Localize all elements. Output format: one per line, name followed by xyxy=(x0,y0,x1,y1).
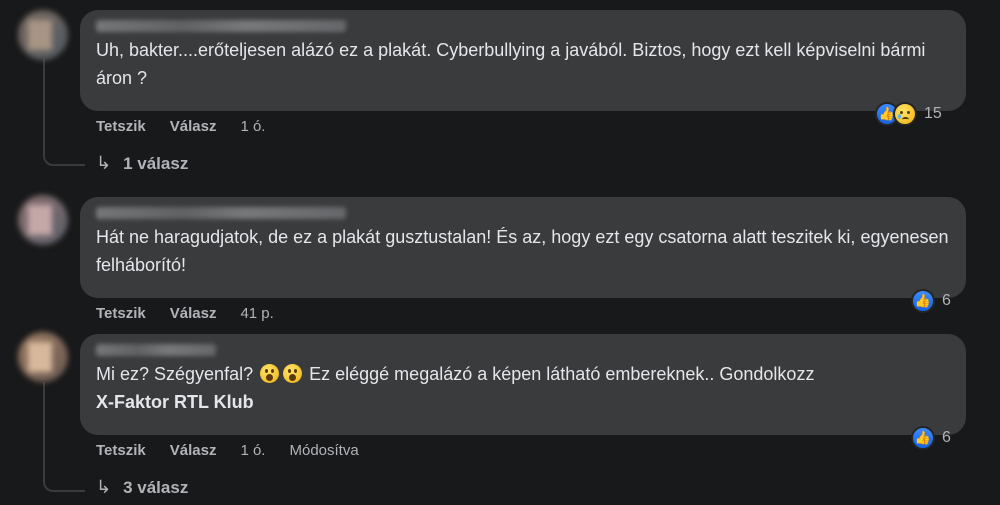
replies-count: 3 válasz xyxy=(123,477,189,497)
replies-count: 1 válasz xyxy=(123,153,189,173)
reply-button[interactable]: Válasz xyxy=(170,305,217,322)
comment-actions: Tetszik Válasz 1 ó. Módosítva xyxy=(96,442,359,459)
comment-actions: Tetszik Válasz 1 ó. xyxy=(96,118,289,135)
reaction-summary[interactable]: 👍 15 xyxy=(875,101,942,127)
reaction-count: 6 xyxy=(942,429,951,446)
view-replies-button[interactable]: ↳ 3 válasz xyxy=(96,477,188,498)
view-replies-button[interactable]: ↳ 1 válasz xyxy=(96,153,188,174)
like-button[interactable]: Tetszik xyxy=(96,118,146,135)
comments-section: Uh, bakter....erőteljesen alázó ez a pla… xyxy=(0,0,1000,505)
timestamp[interactable]: 1 ó. xyxy=(240,118,265,135)
comment-text: Mi ez? Szégyenfal? Ez eléggé megalázó a … xyxy=(96,360,950,416)
edited-label: Módosítva xyxy=(289,442,359,459)
timestamp[interactable]: 41 p. xyxy=(240,305,273,322)
comment-actions: Tetszik Válasz 41 p. xyxy=(96,305,298,322)
reaction-summary[interactable]: 👍 6 xyxy=(911,425,951,451)
reaction-count: 15 xyxy=(924,105,942,122)
like-button[interactable]: Tetszik xyxy=(96,305,146,322)
avatar[interactable] xyxy=(18,10,68,60)
comment-bubble: Hát ne haragudjatok, de ez a plakát gusz… xyxy=(80,197,966,298)
avatar[interactable] xyxy=(18,332,68,382)
author-name-blurred[interactable] xyxy=(96,344,216,356)
thread-line xyxy=(43,58,85,166)
comment-text-start: Mi ez? Szégyenfal? xyxy=(96,364,254,384)
astonished-face-icon xyxy=(260,364,280,383)
like-icon: 👍 xyxy=(911,426,935,450)
reaction-summary[interactable]: 👍 6 xyxy=(911,288,951,314)
page-mention-link[interactable]: X-Faktor RTL Klub xyxy=(96,392,254,412)
comment-bubble: Uh, bakter....erőteljesen alázó ez a pla… xyxy=(80,10,966,111)
comment-text-rest: Ez eléggé megalázó a képen látható ember… xyxy=(309,364,815,384)
avatar[interactable] xyxy=(18,195,68,245)
author-name-blurred[interactable] xyxy=(96,207,346,219)
reply-button[interactable]: Válasz xyxy=(170,118,217,135)
like-button[interactable]: Tetszik xyxy=(96,442,146,459)
reply-button[interactable]: Válasz xyxy=(170,442,217,459)
sad-icon xyxy=(893,102,917,126)
timestamp[interactable]: 1 ó. xyxy=(240,442,265,459)
author-name-blurred[interactable] xyxy=(96,20,346,32)
reply-arrow-icon: ↳ xyxy=(96,153,112,173)
comment-bubble: Mi ez? Szégyenfal? Ez eléggé megalázó a … xyxy=(80,334,966,435)
comment-text: Hát ne haragudjatok, de ez a plakát gusz… xyxy=(96,227,954,275)
comment-text: Uh, bakter....erőteljesen alázó ez a pla… xyxy=(96,40,931,88)
like-icon: 👍 xyxy=(911,289,935,313)
reply-arrow-icon: ↳ xyxy=(96,477,112,497)
thread-line xyxy=(43,382,85,492)
reaction-count: 6 xyxy=(942,292,951,309)
astonished-face-icon xyxy=(283,364,303,383)
